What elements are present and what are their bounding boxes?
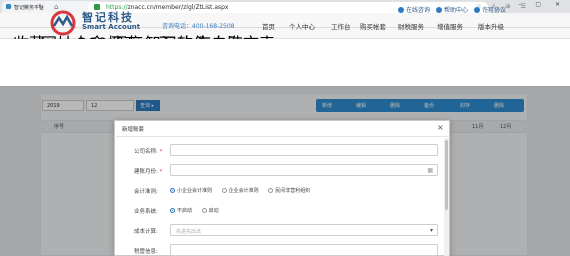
logo-mark-icon — [50, 10, 76, 36]
biz-option-off[interactable]: 不启动 — [170, 208, 192, 214]
hotline-text: 咨询电话：400-168-2508 — [162, 23, 235, 30]
business-system-radio-group: 不启动 启动 — [170, 207, 227, 214]
start-month-input[interactable]: ▦ — [170, 164, 438, 176]
business-system-label: 业务系统: — [134, 209, 158, 215]
radio-icon — [268, 188, 274, 193]
standard-option-enterprise[interactable]: 企业会计准则 — [221, 188, 259, 194]
standard-option-nonprofit[interactable]: 民间非营利组织 — [268, 188, 310, 194]
cost-method-label: 成本计算: — [134, 229, 158, 235]
radio-icon — [201, 208, 207, 213]
company-name-label: 公司名称: * — [134, 149, 163, 155]
reload-button[interactable]: ↻ — [38, 3, 44, 11]
chevron-down-icon: ▾ — [429, 227, 433, 234]
site-header — [0, 39, 570, 86]
document-icon — [474, 7, 480, 13]
accounting-standard-radio-group: 小企业会计准则 企业会计准则 民间非营利组织 — [170, 187, 318, 194]
nav-workbench[interactable]: 工作台 — [331, 21, 351, 31]
dialog-title: 新增账套 — [122, 127, 145, 133]
help-center-link[interactable]: 帮助中心 — [436, 5, 468, 14]
logo-subtext: Smart Account — [82, 23, 141, 31]
online-consult-link[interactable]: 在线咨询 — [398, 5, 430, 14]
cost-method-select[interactable]: 先进先出法 ▾ — [170, 224, 438, 236]
standard-option-small[interactable]: 小企业会计准则 — [170, 188, 212, 194]
help-icon — [436, 7, 442, 13]
nav-home[interactable]: 首页 — [262, 21, 275, 31]
calendar-icon[interactable]: ▦ — [427, 167, 433, 174]
accounting-standard-label: 会计准则: — [134, 189, 158, 195]
url-path: znacc.cn/member/zlgl/ZtList.aspx — [127, 4, 229, 11]
dialog-divider — [114, 136, 450, 137]
tax-info-label: 税管信息: — [134, 249, 158, 255]
back-button[interactable]: ← — [6, 3, 12, 11]
dialog-scrollbar-thumb[interactable] — [445, 140, 448, 210]
radio-checked-icon — [170, 188, 175, 193]
dialog-close-button[interactable]: × — [437, 123, 444, 132]
biz-option-on[interactable]: 启动 — [201, 208, 219, 214]
start-month-label: 建账月份: * — [134, 169, 163, 175]
nav-buy-accounts[interactable]: 购买帐套 — [360, 21, 386, 31]
radio-icon — [221, 188, 227, 193]
company-name-input[interactable] — [170, 144, 438, 156]
nav-upgrade[interactable]: 版本升级 — [478, 21, 504, 31]
tax-info-input[interactable] — [170, 244, 438, 256]
license-link[interactable]: 许可协议 — [474, 5, 506, 14]
nav-personal-center[interactable]: 个人中心 — [289, 21, 315, 31]
nav-value-added[interactable]: 增值服务 — [437, 21, 463, 31]
cost-method-value: 先进先出法 — [176, 229, 202, 235]
forward-button[interactable]: → — [22, 3, 28, 11]
chat-icon — [398, 7, 404, 13]
radio-checked-icon — [170, 208, 175, 213]
nav-tax-services[interactable]: 财税服务 — [398, 21, 424, 31]
